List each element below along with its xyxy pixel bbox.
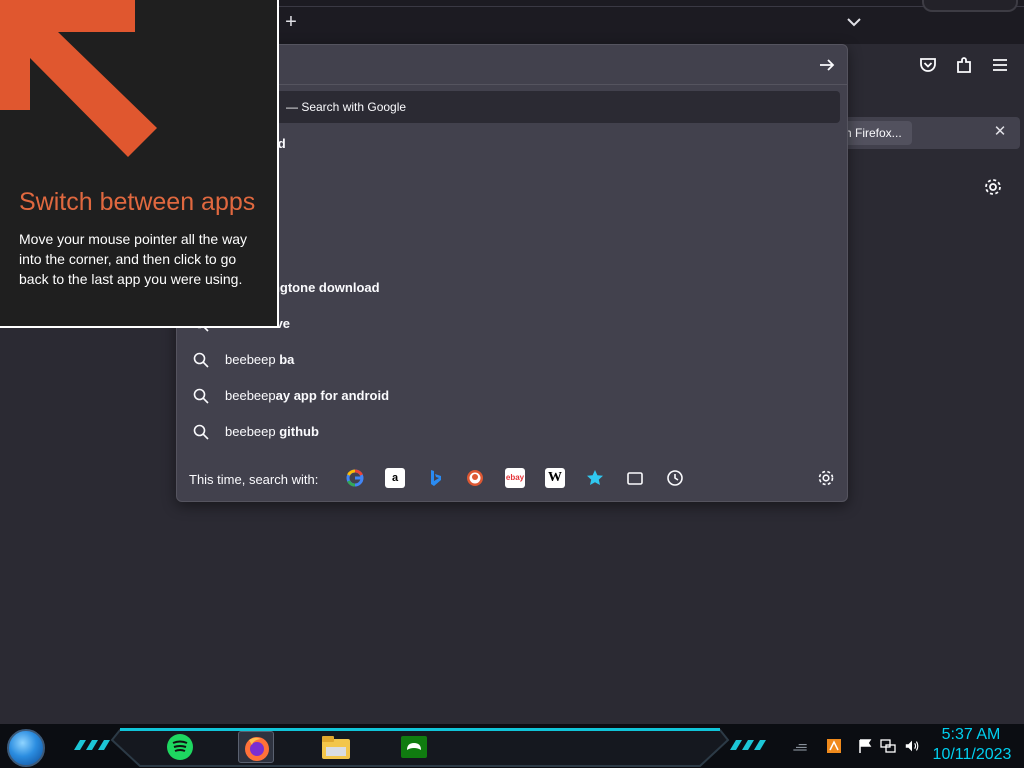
flag-icon[interactable] [857,738,873,754]
duckduckgo-icon[interactable] [465,468,485,488]
taskbar-app-firefox[interactable] [238,731,274,763]
taskbar-app-xbox[interactable] [396,731,432,763]
network-icon[interactable] [880,738,896,754]
xbox-icon [401,736,427,758]
search-suggestion[interactable]: alarm ringtone download [186,270,840,306]
gear-icon [818,470,834,486]
taskbar-app-spotify[interactable] [162,731,198,763]
suggestion-completion: github [279,424,319,439]
new-tab-button[interactable]: + [281,11,301,33]
tip-body: Move your mouse pointer all the way into… [19,231,247,287]
urlbar-input[interactable] [191,53,791,77]
wikipedia-icon[interactable]: W [545,468,565,488]
taskbar-clock-date[interactable]: 10/11/2023 [930,746,1014,764]
one-off-label: This time, search with: [189,472,319,487]
search-suggestion[interactable]: alternative [186,306,840,342]
list-all-tabs-button[interactable] [844,12,864,32]
windows-tip-panel: Switch between apps Move your mouse poin… [0,0,279,328]
search-suggestion[interactable]: ay [186,198,840,234]
volume-icon[interactable] [904,738,920,754]
taskbar-ornament-left [74,740,110,750]
search-icon [193,388,209,404]
suggestion-text: beebeepay app for android [225,388,389,403]
history-icon[interactable] [665,468,685,488]
file-explorer-icon [322,736,350,759]
puzzle-piece-icon [957,57,971,73]
tip-title: Switch between apps [19,188,256,216]
arrow-right-icon [820,59,835,71]
search-suggestion[interactable]: beebeep github [186,414,840,450]
go-button[interactable] [814,52,840,78]
pocket-button[interactable] [917,54,939,76]
firefox-icon [245,737,269,761]
extensions-button[interactable] [953,54,975,76]
suggestion-prefix: beebeep [225,352,280,367]
corner-arrow-icon [0,0,157,157]
taskbar-clock-time[interactable]: 5:37 AM [938,726,1004,744]
hamburger-menu-icon [993,59,1007,71]
amazon-icon[interactable]: a [385,468,405,488]
search-icon [193,424,209,440]
heuristic-result-label: — Search with Google [286,100,407,114]
suggestion-text: beebeep ba [225,352,294,367]
newtab-settings-button[interactable] [982,176,1004,198]
search-suggestion[interactable]: beebeepay app for android [186,378,840,414]
start-button[interactable] [7,729,45,767]
google-icon[interactable] [345,468,365,488]
tabs-icon[interactable] [625,468,645,488]
search-suggestion[interactable]: beebeep ba [186,342,840,378]
gear-icon [985,179,1001,195]
suggestion-completion: ay app for android [275,388,390,403]
notification-action-button[interactable]: h Firefox... [840,121,912,145]
taskbar-app-file-explorer[interactable] [318,731,354,763]
suggestion-text: beebeep github [225,424,319,439]
pocket-icon [920,58,936,72]
suggestion-prefix: beebeep [225,388,276,403]
bing-icon[interactable] [425,468,445,488]
search-suggestion[interactable]: download [186,126,840,162]
spotify-icon [167,734,193,760]
search-icon [193,352,209,368]
search-suggestion[interactable]: bop [186,234,840,270]
search-settings-button[interactable] [816,468,836,488]
heuristic-result[interactable] [186,91,840,123]
ebay-icon[interactable]: ebay [505,468,525,488]
tray-overflow-icon[interactable] [792,738,808,754]
search-suggestion[interactable]: reviews [186,162,840,198]
tray-app-icon[interactable] [826,738,842,754]
window-titlebar-decoration [922,0,1018,12]
bookmarks-icon[interactable] [585,468,605,488]
suggestion-prefix: beebeep [225,424,280,439]
chevron-down-icon [847,18,861,27]
notification-close-button[interactable]: ✕ [990,122,1010,142]
taskbar-ornament-right [730,740,766,750]
suggestion-completion: ba [279,352,295,367]
app-menu-button[interactable] [989,54,1011,76]
